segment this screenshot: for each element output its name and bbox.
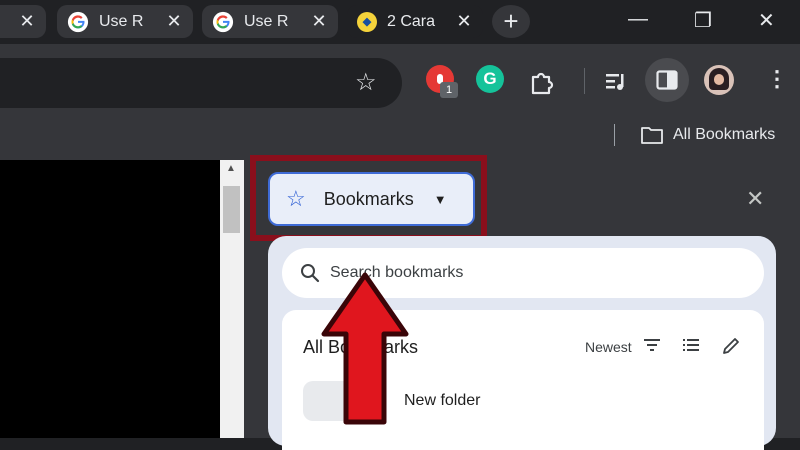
all-bookmarks-label: All Bookmarks [673, 126, 776, 143]
new-folder-label[interactable]: New folder [404, 392, 480, 410]
scroll-up-arrow-icon[interactable]: ▲ [226, 163, 236, 174]
red-arrow-up-icon [321, 272, 409, 425]
google-logo-icon [67, 11, 89, 32]
site-logo-icon: ◆ [357, 11, 377, 32]
bookmarks-divider [614, 124, 615, 146]
media-queue-icon[interactable] [604, 69, 630, 93]
close-icon[interactable]: ✕ [310, 11, 328, 32]
toolbar-divider [584, 68, 585, 94]
side-panel-button[interactable] [645, 58, 689, 102]
tab-title: Use R [99, 12, 144, 30]
all-bookmarks-button[interactable]: All Bookmarks [640, 125, 775, 145]
scrollbar-thumb[interactable] [223, 186, 240, 233]
restore-icon[interactable]: ❐ [694, 8, 712, 33]
avatar[interactable] [704, 65, 734, 95]
folder-icon [641, 127, 663, 144]
sort-label[interactable]: Newest [585, 339, 632, 355]
puzzle-extensions-icon[interactable] [528, 69, 554, 95]
grammarly-icon[interactable]: G [476, 65, 504, 93]
search-icon [301, 264, 320, 283]
highlight-box [250, 155, 487, 241]
window-close-icon[interactable]: ✕ [758, 8, 775, 33]
close-icon[interactable]: ✕ [18, 11, 36, 32]
tab-strip: ✕ Use R ✕ Use R ✕ ◆ 2 Cara ✕ + — ❐ ✕ [0, 0, 800, 44]
edit-pencil-icon[interactable] [721, 336, 741, 356]
tab-use-r-2[interactable]: Use R ✕ [202, 5, 338, 38]
minimize-icon[interactable]: — [628, 8, 648, 31]
sort-filter-icon[interactable] [642, 336, 662, 354]
bookmark-star-icon[interactable]: ☆ [355, 68, 377, 97]
address-bar[interactable] [0, 58, 402, 108]
browser-toolbar: ☆ 1 G ⋮ [0, 44, 800, 118]
side-panel-icon [656, 70, 678, 90]
tab-use-r-1[interactable]: Use R ✕ [57, 5, 193, 38]
new-tab-button[interactable]: + [492, 5, 530, 38]
extension-badge: 1 [440, 82, 458, 98]
page-content [0, 160, 220, 438]
tab-title: 2 Cara [387, 12, 436, 30]
close-icon[interactable]: ✕ [455, 11, 473, 32]
tab-title: Use R [244, 12, 289, 30]
kebab-menu-icon[interactable]: ⋮ [766, 66, 788, 92]
close-icon[interactable]: ✕ [165, 11, 183, 32]
list-view-icon[interactable] [681, 336, 701, 354]
tab-partial[interactable]: ✕ [0, 5, 46, 38]
close-side-panel-icon[interactable]: ✕ [746, 186, 764, 212]
google-logo-icon [212, 11, 234, 32]
plus-icon: + [503, 6, 519, 36]
tab-2-cara[interactable]: ◆ 2 Cara ✕ [347, 5, 483, 38]
